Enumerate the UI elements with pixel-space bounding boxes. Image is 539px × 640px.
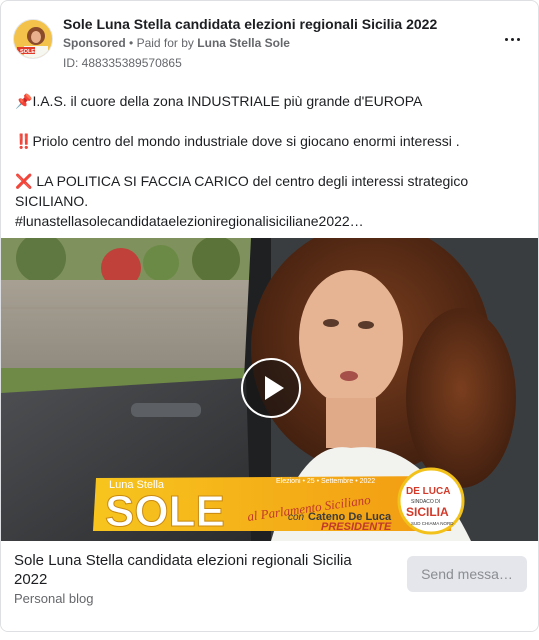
play-icon — [265, 376, 284, 400]
paid-for-label: Paid for by — [136, 36, 194, 50]
banner-sole: SOLE — [105, 487, 225, 536]
footer-title[interactable]: Sole Luna Stella candidata elezioni regi… — [14, 551, 384, 589]
sponsored-label: Sponsored — [63, 36, 126, 50]
avatar-text: SOLE — [20, 49, 35, 55]
logo-sicilia: SICILIA — [406, 505, 449, 519]
pushpin-icon: 📌 — [15, 93, 33, 109]
logo-sud: SUD CHIAMA NORD — [411, 521, 454, 526]
body-line-2: ‼️Priolo centro del mondo industriale do… — [15, 131, 527, 151]
ad-footer: Sole Luna Stella candidata elezioni regi… — [1, 541, 538, 631]
page-name[interactable]: Sole Luna Stella candidata elezioni regi… — [63, 16, 437, 32]
footer-subtitle: Personal blog — [14, 591, 94, 606]
send-message-button[interactable]: Send messa… — [407, 556, 527, 592]
more-horizontal-icon — [510, 37, 514, 41]
cross-mark-icon: ❌ — [15, 173, 33, 189]
body-line-1: 📌I.A.S. il cuore della zona INDUSTRIALE … — [15, 91, 527, 111]
banner-elezioni: Elezioni • 25 • Settembre • 2022 — [276, 478, 375, 485]
ad-card: SOLE Sole Luna Stella candidata elezioni… — [0, 0, 539, 632]
play-button[interactable] — [241, 358, 301, 418]
double-exclamation-icon: ‼️ — [15, 133, 33, 149]
banner-presidente: PRESIDENTE — [321, 521, 392, 533]
sponsored-line: Sponsored • Paid for by Luna Stella Sole — [63, 36, 290, 50]
banner-con: con — [288, 512, 305, 523]
ad-id: ID: 488335389570865 — [63, 56, 182, 70]
post-body: 📌I.A.S. il cuore della zona INDUSTRIALE … — [15, 91, 527, 231]
body-hashtag[interactable]: #lunastellasolecandidataelezioniregional… — [15, 211, 527, 231]
body-line-3-text: LA POLITICA SI FACCIA CARICO del centro … — [15, 173, 469, 209]
body-line-2-text: Priolo centro del mondo industriale dove… — [32, 133, 460, 149]
more-horizontal-icon — [504, 37, 508, 41]
more-horizontal-icon — [516, 37, 520, 41]
avatar[interactable]: SOLE — [13, 19, 53, 59]
paid-for-name[interactable]: Luna Stella Sole — [197, 36, 290, 50]
more-options-button[interactable] — [500, 29, 524, 49]
body-line-1-text: I.A.S. il cuore della zona INDUSTRIALE p… — [32, 93, 423, 109]
post-header: SOLE Sole Luna Stella candidata elezioni… — [1, 1, 538, 77]
logo-deluca: DE LUCA — [406, 486, 450, 497]
separator-dot: • — [129, 36, 134, 50]
body-line-3: ❌ LA POLITICA SI FACCIA CARICO del centr… — [15, 171, 527, 211]
